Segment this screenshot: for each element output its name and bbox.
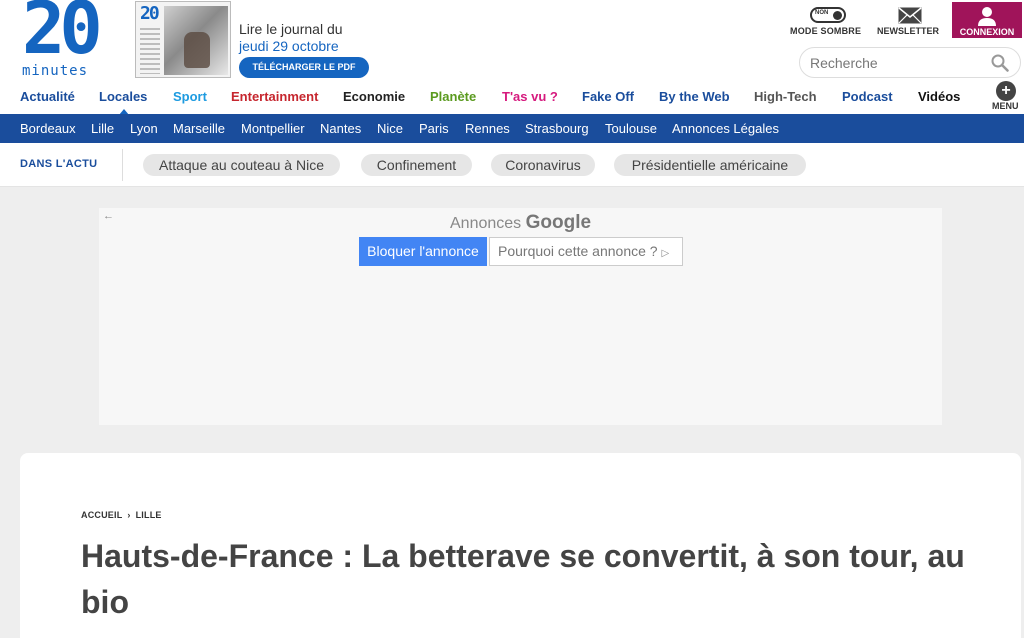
search-input[interactable] [810, 54, 980, 72]
breadcrumb-home[interactable]: ACCUEIL [81, 510, 122, 520]
nav-item-economie[interactable]: Economie [343, 89, 405, 104]
newsletter-label[interactable]: NEWSLETTER [877, 26, 939, 36]
nav-item-by-the-web[interactable]: By the Web [659, 89, 730, 104]
dark-mode-toggle[interactable]: NON [810, 7, 846, 23]
nav-item-planete[interactable]: Planète [430, 89, 476, 104]
city-item-nantes[interactable]: Nantes [320, 121, 361, 136]
city-item-montpellier[interactable]: Montpellier [241, 121, 305, 136]
site-header: 20 minutes 20 Lire le journal du jeudi 2… [0, 0, 1024, 187]
search-box [799, 47, 1021, 78]
nav-item-actualite[interactable]: Actualité [20, 89, 75, 104]
journal-intro: Lire le journal du [239, 21, 343, 37]
dark-mode-label[interactable]: MODE SOMBRE [790, 26, 861, 36]
nav-item-entertainment[interactable]: Entertainment [231, 89, 318, 104]
download-pdf-button[interactable]: TÉLÉCHARGER LE PDF [239, 57, 369, 78]
site-logo[interactable]: 20 minutes [20, 0, 103, 80]
trending-divider [122, 149, 123, 181]
block-ad-button[interactable]: Bloquer l'annonce [359, 237, 487, 266]
ad-title: Annonces Google [450, 212, 591, 234]
nav-item-fake-off[interactable]: Fake Off [582, 89, 634, 104]
city-item-bordeaux[interactable]: Bordeaux [20, 121, 76, 136]
journal-thumbnail[interactable]: 20 [135, 1, 231, 78]
nav-item-videos[interactable]: Vidéos [918, 89, 960, 104]
login-button[interactable]: CONNEXION [952, 2, 1022, 38]
city-item-marseille[interactable]: Marseille [173, 121, 225, 136]
city-item-lille[interactable]: Lille [91, 121, 114, 136]
nav-item-locales[interactable]: Locales [99, 89, 147, 104]
nav-item-high-tech[interactable]: High-Tech [754, 89, 817, 104]
nav-item-tas-vu[interactable]: T'as vu ? [502, 89, 558, 104]
play-triangle-icon: ▷ [661, 248, 670, 259]
article-card: ACCUEIL › LILLE Hauts-de-France : La bette… [20, 453, 1021, 638]
menu-label: MENU [992, 101, 1019, 111]
user-icon [978, 7, 996, 26]
trending-tag-presidentielle[interactable]: Présidentielle américaine [614, 154, 806, 176]
main-nav: Actualité Locales Sport Entertainment Ec… [0, 89, 1024, 111]
google-brand: Google [525, 212, 592, 233]
back-arrow-icon[interactable]: ← [103, 210, 114, 222]
article-title: Hauts-de-France : La betterave se conver… [81, 538, 965, 620]
breadcrumb-separator: › [127, 510, 131, 520]
city-item-strasbourg[interactable]: Strasbourg [525, 121, 589, 136]
journal-thumb-text-lines [140, 28, 160, 74]
ad-title-prefix: Annonces [450, 215, 522, 232]
breadcrumb-lille[interactable]: LILLE [136, 510, 162, 520]
logo-number: 20 [22, 0, 103, 70]
city-nav: Bordeaux Lille Lyon Marseille Montpellie… [0, 114, 1024, 143]
why-this-ad-button[interactable]: Pourquoi cette annonce ? ▷ [489, 237, 683, 266]
nav-item-sport[interactable]: Sport [173, 89, 207, 104]
journal-thumb-logo: 20 [140, 3, 160, 24]
journal-date[interactable]: jeudi 29 octobre [239, 37, 339, 55]
plus-icon: + [996, 81, 1016, 101]
trending-tag-coronavirus[interactable]: Coronavirus [491, 154, 595, 176]
menu-button[interactable]: + MENU [992, 81, 1021, 111]
trending-tag-confinement[interactable]: Confinement [361, 154, 472, 176]
login-label: CONNEXION [959, 27, 1015, 37]
trending-label: DANS L'ACTU [20, 158, 98, 170]
city-item-annonces-legales[interactable]: Annonces Légales [672, 121, 779, 136]
why-this-ad-label: Pourquoi cette annonce ? [498, 243, 658, 259]
city-item-rennes[interactable]: Rennes [465, 121, 510, 136]
logo-word: minutes [22, 63, 89, 79]
ad-slot: ← Annonces Google Bloquer l'annonce Pour… [99, 208, 942, 425]
nav-item-podcast[interactable]: Podcast [842, 89, 893, 104]
dark-mode-state: NON [815, 10, 829, 16]
search-icon[interactable] [991, 54, 1009, 72]
breadcrumb: ACCUEIL › LILLE [81, 510, 162, 520]
city-item-nice[interactable]: Nice [377, 121, 403, 136]
toggle-knob [833, 11, 842, 20]
city-item-lyon[interactable]: Lyon [130, 121, 158, 136]
envelope-icon[interactable] [898, 7, 922, 24]
trending-bar: DANS L'ACTU Attaque au couteau à Nice Co… [0, 143, 1024, 187]
trending-tag-nice[interactable]: Attaque au couteau à Nice [143, 154, 340, 176]
journal-thumb-hand [184, 32, 210, 68]
city-item-toulouse[interactable]: Toulouse [605, 121, 657, 136]
city-item-paris[interactable]: Paris [419, 121, 449, 136]
